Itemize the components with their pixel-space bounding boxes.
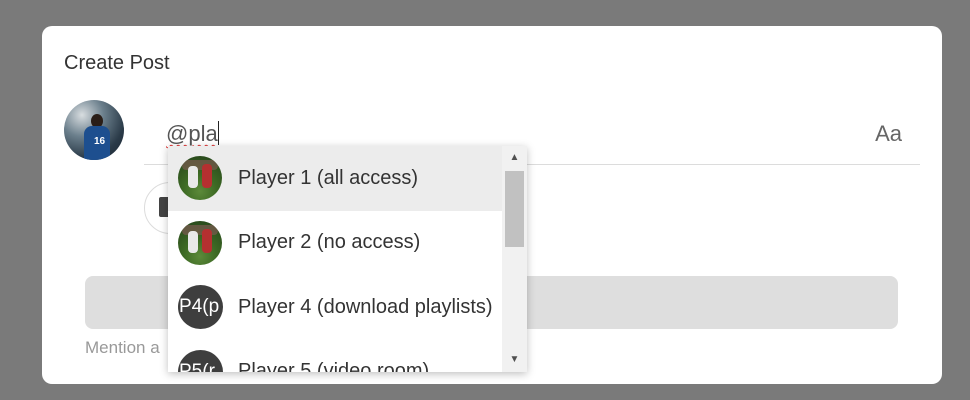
mention-item-player-1[interactable]: Player 1 (all access) [168,146,502,211]
player-initials-avatar: P5(r [178,349,223,372]
text-caret [217,121,219,145]
player-initials-avatar: P4(p [178,285,223,330]
modal-title: Create Post [64,52,170,74]
mention-item-label: Player 4 (download playlists) [238,295,493,318]
player-avatar [178,220,222,265]
chevron-up-icon[interactable]: ▲ [502,148,527,168]
mention-item-label: Player 5 (video room) [238,360,430,372]
mention-suggestions-dropdown[interactable]: Player 1 (all access) Player 2 (no acces… [168,146,527,372]
text-format-button[interactable]: Aa [875,121,902,147]
mention-item-player-5[interactable]: P5(r Player 5 (video room) [168,340,502,372]
mention-item-label: Player 2 (no access) [238,231,421,254]
scrollbar-thumb[interactable] [505,171,524,247]
mention-hint: Mention a [85,338,160,357]
chevron-down-icon[interactable]: ▼ [502,350,527,370]
dropdown-scrollbar[interactable]: ▲ ▼ [502,146,527,372]
user-avatar: 16 [64,100,124,160]
mention-item-player-4[interactable]: P4(p Player 4 (download playlists) [168,275,502,340]
mention-item-label: Player 1 (all access) [238,166,419,189]
mention-list: Player 1 (all access) Player 2 (no acces… [168,146,502,372]
player-avatar [178,156,222,201]
mention-item-player-2[interactable]: Player 2 (no access) [168,211,502,276]
post-text-value: @pla [166,121,219,146]
